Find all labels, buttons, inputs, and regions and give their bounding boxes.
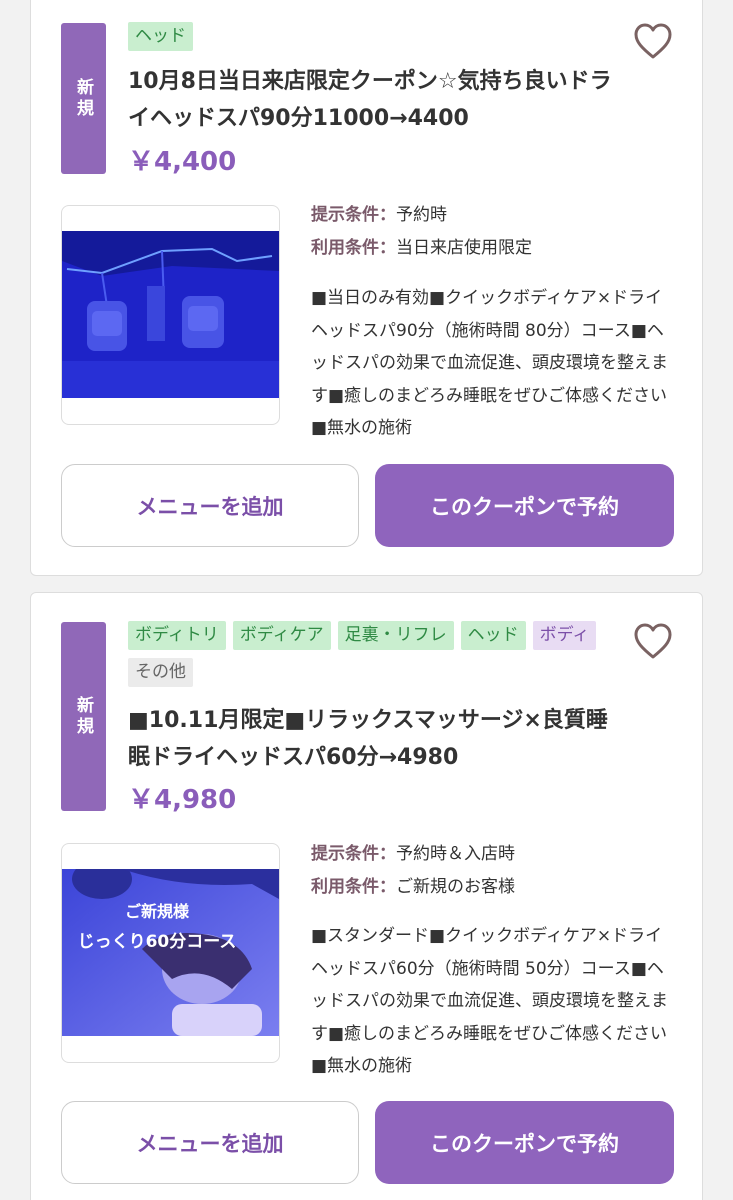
usage-condition: 利用条件：ご新規のお客様 [311, 871, 681, 904]
condition-label: 利用条件： [311, 877, 396, 897]
presentation-condition: 提示条件：予約時＆入店時 [311, 838, 681, 871]
condition-value: ご新規のお客様 [396, 877, 515, 897]
coupon-tags: ヘッド [128, 22, 608, 51]
heart-icon[interactable] [632, 21, 674, 61]
coupon-conditions: 提示条件：予約時 利用条件：当日来店使用限定 [311, 199, 681, 265]
condition-value: 予約時 [396, 205, 447, 225]
tag-head: ヘッド [128, 22, 193, 51]
coupon-image [61, 205, 280, 425]
tag-body: ボディ [532, 621, 597, 650]
tag-foot-reflex: 足裏・リフレ [337, 621, 454, 650]
condition-label: 利用条件： [311, 238, 396, 258]
new-customer-badge: 新規 [61, 622, 106, 811]
tag-other: その他 [128, 658, 193, 687]
coupon-title: 10月8日当日来店限定クーポン☆気持ち良いドライヘッドスパ90分11000→44… [128, 69, 612, 131]
image-caption-line2: じっくり60分コース [78, 932, 237, 952]
heart-icon[interactable] [632, 621, 674, 661]
coupon-card: 新規 ヘッド 10月8日当日来店限定クーポン☆気持ち良いドライヘッドスパ90分1… [30, 0, 703, 576]
condition-label: 提示条件： [311, 205, 396, 225]
coupon-description: ■当日のみ有効■クイックボディケア×ドライヘッドスパ90分（施術時間 80分）コ… [311, 288, 668, 438]
presentation-condition: 提示条件：予約時 [311, 199, 681, 232]
coupon-card: 新規 ボディトリ ボディケア 足裏・リフレ ヘッド ボディ その他 ■10.11… [30, 592, 703, 1200]
coupon-description: ■スタンダード■クイックボディケア×ドライヘッドスパ60分（施術時間 50分）コ… [311, 926, 668, 1076]
usage-condition: 利用条件：当日来店使用限定 [311, 232, 681, 265]
spa-room-image [62, 231, 279, 398]
coupon-tags: ボディトリ ボディケア 足裏・リフレ ヘッド ボディ その他 [128, 621, 608, 687]
coupon-conditions: 提示条件：予約時＆入店時 利用条件：ご新規のお客様 [311, 838, 681, 904]
add-menu-button[interactable]: メニューを追加 [61, 464, 359, 547]
tag-body-care: ボディケア [232, 621, 331, 650]
add-menu-button[interactable]: メニューを追加 [61, 1101, 359, 1184]
coupon-price: ￥4,980 [128, 785, 237, 815]
coupon-price: ￥4,400 [128, 147, 237, 177]
coupon-image: ご新規様 じっくり60分コース [61, 843, 280, 1063]
condition-value: 当日来店使用限定 [396, 238, 532, 258]
image-caption-line1: ご新規様 [125, 902, 190, 921]
coupon-title: ■10.11月限定■リラックスマッサージ×良質睡眠ドライヘッドスパ60分→498… [128, 708, 608, 770]
condition-label: 提示条件： [311, 844, 396, 864]
reserve-coupon-button[interactable]: このクーポンで予約 [375, 464, 674, 547]
tag-body-treatment: ボディトリ [128, 621, 226, 650]
tag-head: ヘッド [460, 621, 526, 650]
new-customer-badge: 新規 [61, 23, 106, 174]
head-spa-image: ご新規様 じっくり60分コース [62, 869, 279, 1036]
condition-value: 予約時＆入店時 [396, 844, 515, 864]
reserve-coupon-button[interactable]: このクーポンで予約 [375, 1101, 674, 1184]
